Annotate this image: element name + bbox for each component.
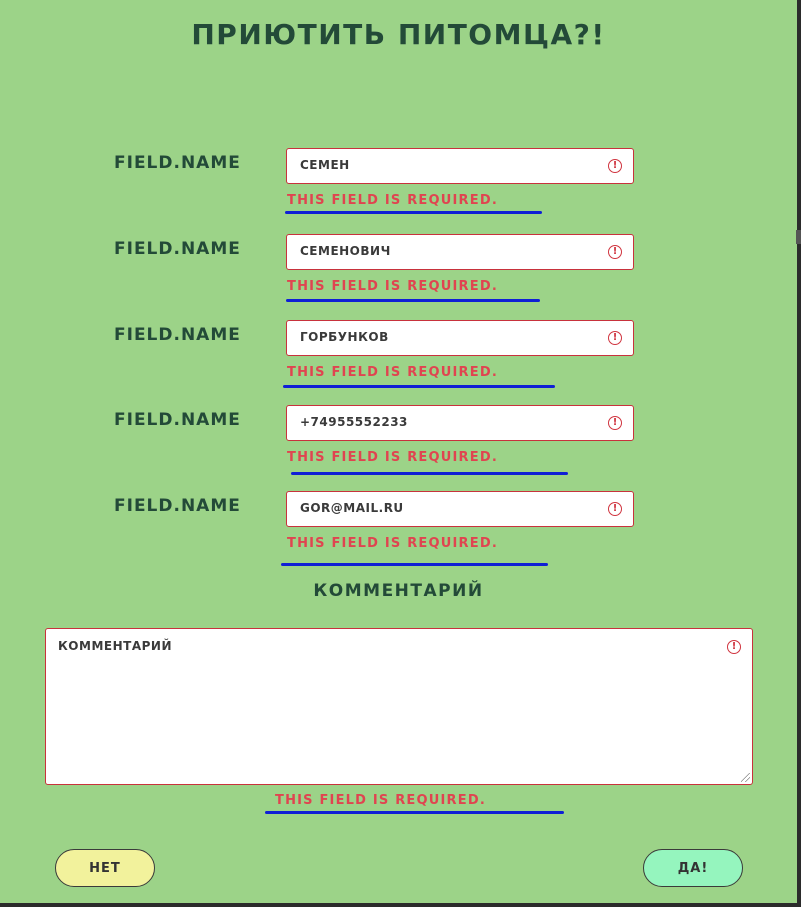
first-name-input[interactable]: Семен ! — [286, 148, 634, 184]
last-name-input[interactable]: Горбунков ! — [286, 320, 634, 356]
phone-input[interactable]: +74955552233 ! — [286, 405, 634, 441]
window-bottom-border — [0, 903, 801, 907]
annotation-underline — [285, 211, 542, 214]
input-value: +74955552233 — [300, 415, 408, 429]
field-error-4: This field is required. — [287, 450, 498, 465]
yes-button[interactable]: Да! — [643, 849, 743, 887]
annotation-underline — [286, 299, 540, 302]
comment-textarea[interactable]: комментарий ! — [45, 628, 753, 785]
alert-circle-icon: ! — [608, 502, 622, 516]
annotation-underline — [281, 563, 548, 566]
alert-circle-icon: ! — [608, 331, 622, 345]
page-title: Приютить питомца?! — [191, 18, 606, 51]
alert-circle-icon: ! — [608, 416, 622, 430]
input-value: Семенович — [300, 244, 391, 258]
field-label-5: FIELD.NAME — [114, 496, 241, 516]
field-label-3: FIELD.NAME — [114, 325, 241, 345]
alert-circle-icon: ! — [727, 640, 741, 654]
email-input[interactable]: gor@mail.ru ! — [286, 491, 634, 527]
annotation-underline — [291, 472, 568, 475]
comment-heading: Комментарий — [313, 581, 484, 601]
input-value: gor@mail.ru — [300, 501, 404, 515]
field-label-1: FIELD.NAME — [114, 153, 241, 173]
window-scrollbar[interactable] — [796, 0, 801, 907]
annotation-underline — [283, 385, 555, 388]
field-label-4: FIELD.NAME — [114, 410, 241, 430]
comment-error: This field is required. — [275, 793, 486, 808]
field-label-2: FIELD.NAME — [114, 239, 241, 259]
alert-circle-icon: ! — [608, 245, 622, 259]
no-button[interactable]: Нет — [55, 849, 155, 887]
input-value: Горбунков — [300, 330, 389, 344]
field-error-5: This field is required. — [287, 536, 498, 551]
alert-circle-icon: ! — [608, 159, 622, 173]
input-value: Семен — [300, 158, 350, 172]
field-error-1: This field is required. — [287, 193, 498, 208]
annotation-underline — [265, 811, 564, 814]
patronymic-input[interactable]: Семенович ! — [286, 234, 634, 270]
textarea-value: комментарий — [58, 639, 172, 653]
resize-grip-icon[interactable] — [741, 773, 750, 782]
field-error-3: This field is required. — [287, 365, 498, 380]
field-error-2: This field is required. — [287, 279, 498, 294]
